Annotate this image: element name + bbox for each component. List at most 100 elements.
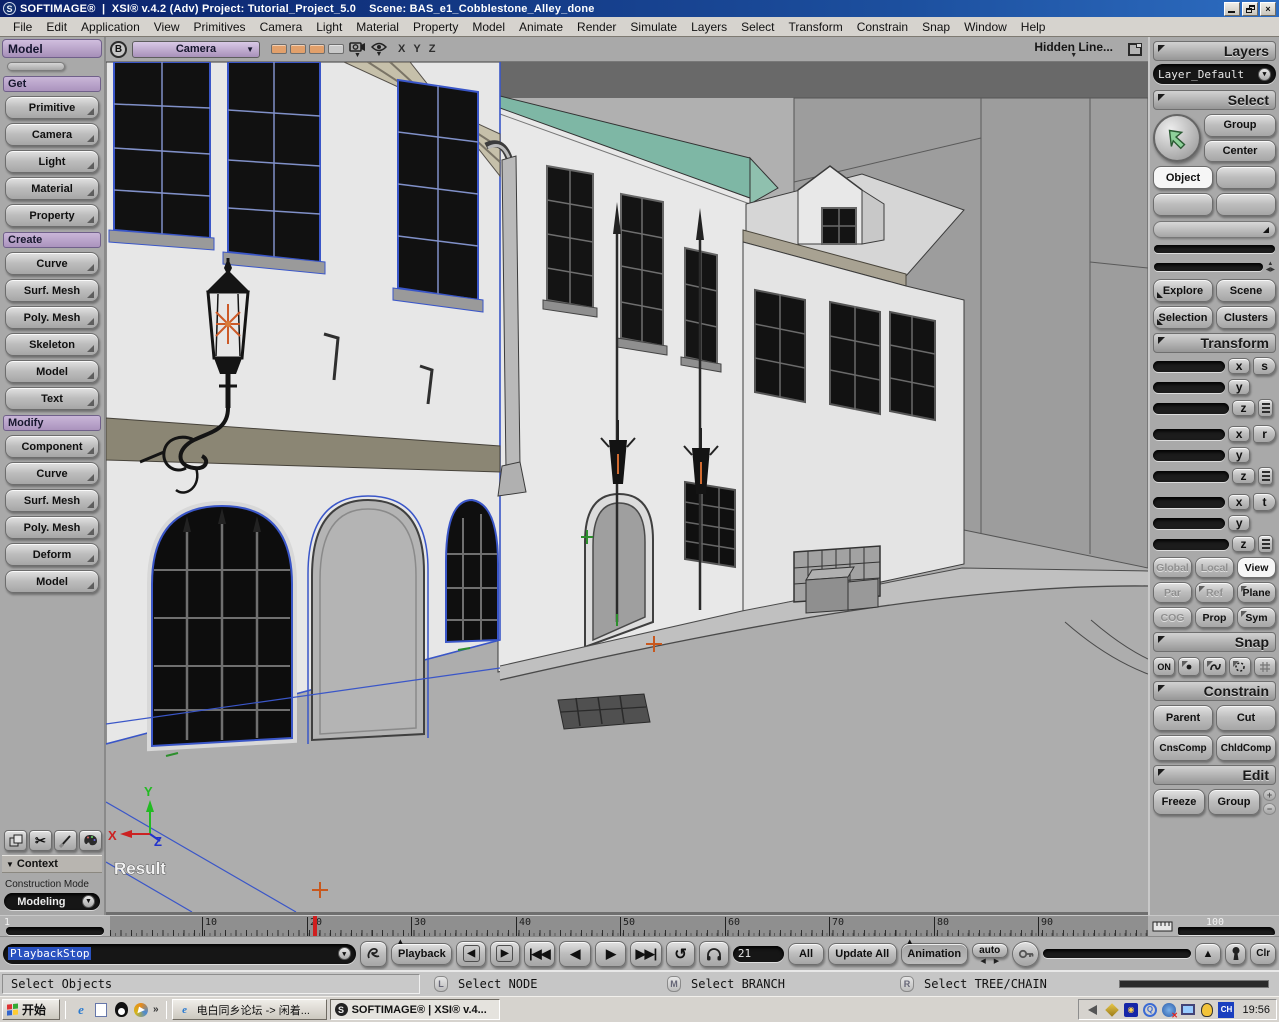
menu-material[interactable]: Material — [349, 18, 406, 36]
rotate-z-slider[interactable] — [1153, 471, 1229, 482]
brush-icon[interactable] — [54, 830, 77, 851]
animation-menu-button[interactable]: ▲ Animation — [901, 943, 968, 965]
snap-section-header[interactable]: Snap — [1153, 632, 1276, 652]
menu-window[interactable]: Window — [957, 18, 1014, 36]
internet-explorer-icon[interactable]: e — [73, 1002, 89, 1018]
construction-mode-dropdown[interactable]: Modeling ▼ — [4, 893, 100, 910]
slider-spinner-arrows[interactable]: ▲◀▶ — [1266, 261, 1275, 273]
timeline-playhead[interactable] — [313, 916, 317, 937]
scale-lock-icon[interactable] — [1258, 399, 1273, 417]
current-frame-field[interactable]: 21 — [733, 946, 784, 962]
qq-launch-icon[interactable] — [113, 1002, 129, 1018]
play-backward-button[interactable]: ◀ — [559, 941, 591, 967]
select-blank-button-2[interactable] — [1153, 193, 1213, 216]
input-method-icon[interactable] — [1104, 1002, 1119, 1017]
snap-curve-button[interactable] — [1203, 657, 1225, 676]
menu-model[interactable]: Model — [465, 18, 512, 36]
get-material-button[interactable]: Material — [5, 177, 99, 200]
auto-key-spinners[interactable]: ◀▶ — [980, 959, 999, 965]
modify-poly-mesh-button[interactable]: Poly. Mesh — [5, 516, 99, 539]
create-poly-mesh-button[interactable]: Poly. Mesh — [5, 306, 99, 329]
display-mode-menu[interactable]: Hidden Line... ▼ — [1034, 40, 1113, 58]
rotate-z-button[interactable]: z — [1232, 468, 1255, 484]
viewport-letter-button[interactable]: B — [110, 41, 127, 58]
translate-x-slider[interactable] — [1153, 497, 1225, 508]
toolbar-blank-button[interactable] — [7, 62, 65, 71]
snap-grid-button[interactable] — [1254, 657, 1276, 676]
snap-on-button[interactable]: ON — [1153, 657, 1175, 676]
viewport-scene[interactable]: Y X Z Result — [106, 62, 1148, 912]
get-camera-button[interactable]: Camera — [5, 123, 99, 146]
menu-application[interactable]: Application — [74, 18, 147, 36]
timeline-end-box[interactable]: 100 — [1148, 916, 1279, 937]
building-dormer[interactable] — [743, 166, 964, 612]
select-center-button[interactable]: Center — [1204, 140, 1276, 163]
audio-button[interactable] — [699, 941, 729, 967]
messenger-icon[interactable]: ◉ — [1123, 1002, 1138, 1017]
edit-plus-button[interactable]: + — [1263, 789, 1276, 801]
scale-x-slider[interactable] — [1153, 361, 1225, 372]
modify-model-button[interactable]: Model — [5, 570, 99, 593]
translate-lock-icon[interactable] — [1258, 535, 1273, 553]
scene-button[interactable]: Scene — [1216, 279, 1276, 302]
local-mode-button[interactable]: Local — [1195, 557, 1234, 578]
duplicate-icon[interactable] — [4, 830, 27, 851]
selection-button[interactable]: Selection — [1153, 306, 1213, 329]
par-mode-button[interactable]: Par — [1153, 582, 1192, 603]
edit-minus-button[interactable]: − — [1263, 803, 1276, 815]
translate-z-button[interactable]: z — [1232, 536, 1255, 552]
create-model-button[interactable]: Model — [5, 360, 99, 383]
explore-button[interactable]: Explore — [1153, 279, 1213, 302]
go-to-start-button[interactable]: |◀◀ — [524, 941, 556, 967]
select-blank-button-1[interactable] — [1216, 166, 1276, 189]
axis-x-toggle[interactable]: X — [398, 43, 405, 55]
menu-view[interactable]: View — [147, 18, 187, 36]
select-group-button[interactable]: Group — [1204, 114, 1276, 137]
clusters-button[interactable]: Clusters — [1216, 306, 1276, 329]
edit-section-header[interactable]: Edit — [1153, 765, 1276, 785]
layer-selector-dropdown[interactable]: Layer_Default ▼ — [1153, 64, 1276, 84]
memo-cam-2[interactable] — [290, 44, 306, 54]
menu-constrain[interactable]: Constrain — [850, 18, 915, 36]
auto-key-button[interactable]: auto — [972, 943, 1008, 958]
modify-deform-button[interactable]: Deform — [5, 543, 99, 566]
menu-select[interactable]: Select — [734, 18, 781, 36]
create-curve-button[interactable]: Curve — [5, 252, 99, 275]
palette-icon[interactable] — [79, 830, 102, 851]
snap-boundary-button[interactable] — [1229, 657, 1251, 676]
sym-mode-button[interactable]: Sym — [1237, 607, 1276, 628]
memo-cam-3[interactable] — [309, 44, 325, 54]
get-light-button[interactable]: Light — [5, 150, 99, 173]
toolbar-mode-header[interactable]: Model — [2, 39, 102, 58]
loop-button[interactable]: ↺ — [666, 941, 696, 967]
select-arrow-tool-button[interactable] — [1153, 114, 1201, 162]
update-all-button[interactable]: Update All — [828, 943, 897, 965]
scale-x-button[interactable]: x — [1228, 358, 1250, 374]
task-xsi-window[interactable]: S SOFTIMAGE® | XSI® v.4... — [330, 999, 500, 1020]
playback-mode-dropdown[interactable]: PlaybackStop ▼ — [3, 944, 356, 964]
keying-panel-button[interactable] — [1225, 943, 1247, 965]
view-mode-button[interactable]: View — [1237, 557, 1276, 578]
select-slider-2[interactable] — [1154, 263, 1263, 271]
transform-section-header[interactable]: Transform — [1153, 333, 1276, 353]
menu-transform[interactable]: Transform — [781, 18, 849, 36]
select-flyout-bar[interactable]: ◢ — [1153, 221, 1276, 238]
create-text-button[interactable]: Text — [5, 387, 99, 410]
scissors-icon[interactable]: ✂ — [29, 830, 52, 851]
constrain-chldcomp-button[interactable]: ChldComp — [1216, 735, 1276, 761]
ref-mode-button[interactable]: Ref — [1195, 582, 1234, 603]
playback-menu-button[interactable]: ▲ Playback — [391, 943, 452, 965]
menu-help[interactable]: Help — [1014, 18, 1053, 36]
menu-render[interactable]: Render — [570, 18, 623, 36]
start-button[interactable]: 开始 — [2, 999, 60, 1020]
translate-y-button[interactable]: y — [1228, 515, 1250, 531]
plane-mode-button[interactable]: Plane — [1237, 582, 1276, 603]
menu-file[interactable]: File — [6, 18, 39, 36]
translate-y-slider[interactable] — [1153, 518, 1225, 529]
modify-surf-mesh-button[interactable]: Surf. Mesh — [5, 489, 99, 512]
go-to-end-button[interactable]: ▶▶| — [630, 941, 662, 967]
axis-z-toggle[interactable]: Z — [429, 43, 436, 55]
select-object-button[interactable]: Object — [1153, 166, 1213, 189]
global-mode-button[interactable]: Global — [1153, 557, 1192, 578]
layers-section-header[interactable]: Layers — [1153, 41, 1276, 61]
